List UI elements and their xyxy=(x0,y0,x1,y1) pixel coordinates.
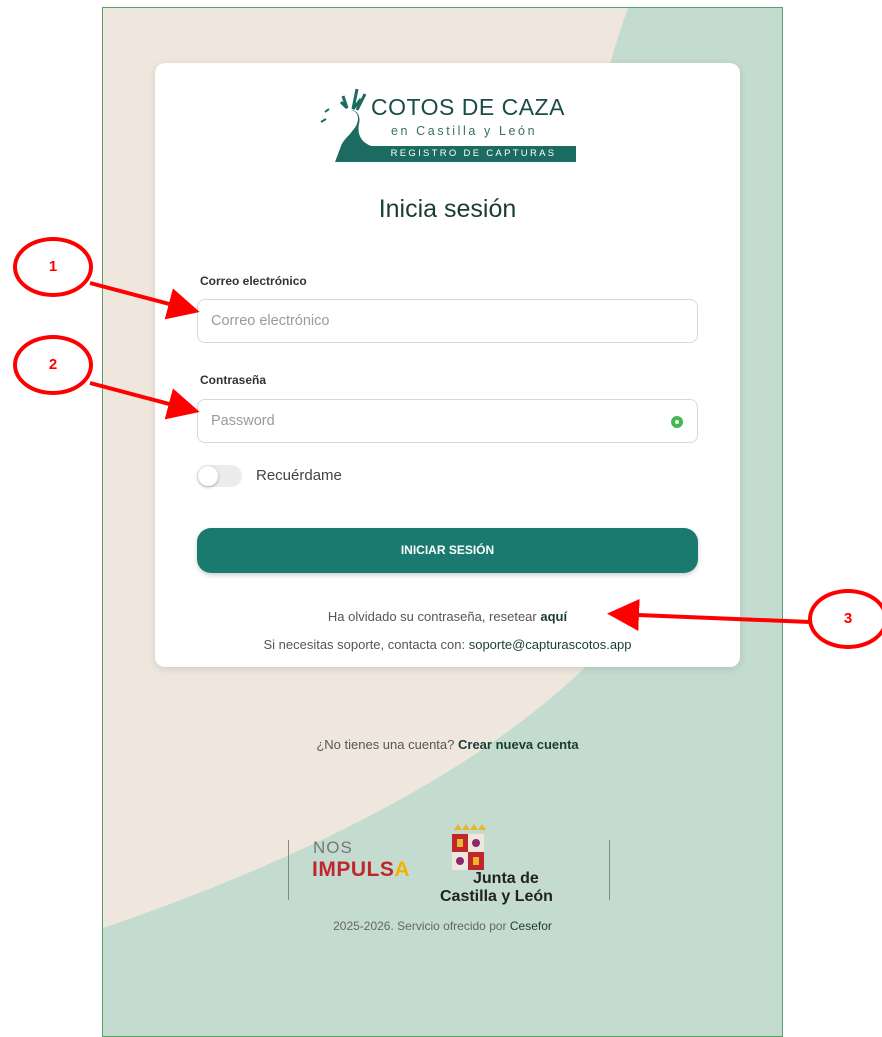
annotation-marker-2: 2 xyxy=(13,335,93,395)
arrow-3 xyxy=(607,598,811,631)
marker-3-label: 3 xyxy=(843,610,853,627)
annotation-marker-1: 1 xyxy=(13,237,93,297)
arrow-2 xyxy=(89,381,200,420)
annotation-arrows xyxy=(89,281,811,631)
marker-1-label: 1 xyxy=(48,258,58,275)
annotation-marker-3: 3 xyxy=(808,589,882,649)
arrow-1 xyxy=(89,281,200,320)
marker-2-label: 2 xyxy=(48,356,58,373)
